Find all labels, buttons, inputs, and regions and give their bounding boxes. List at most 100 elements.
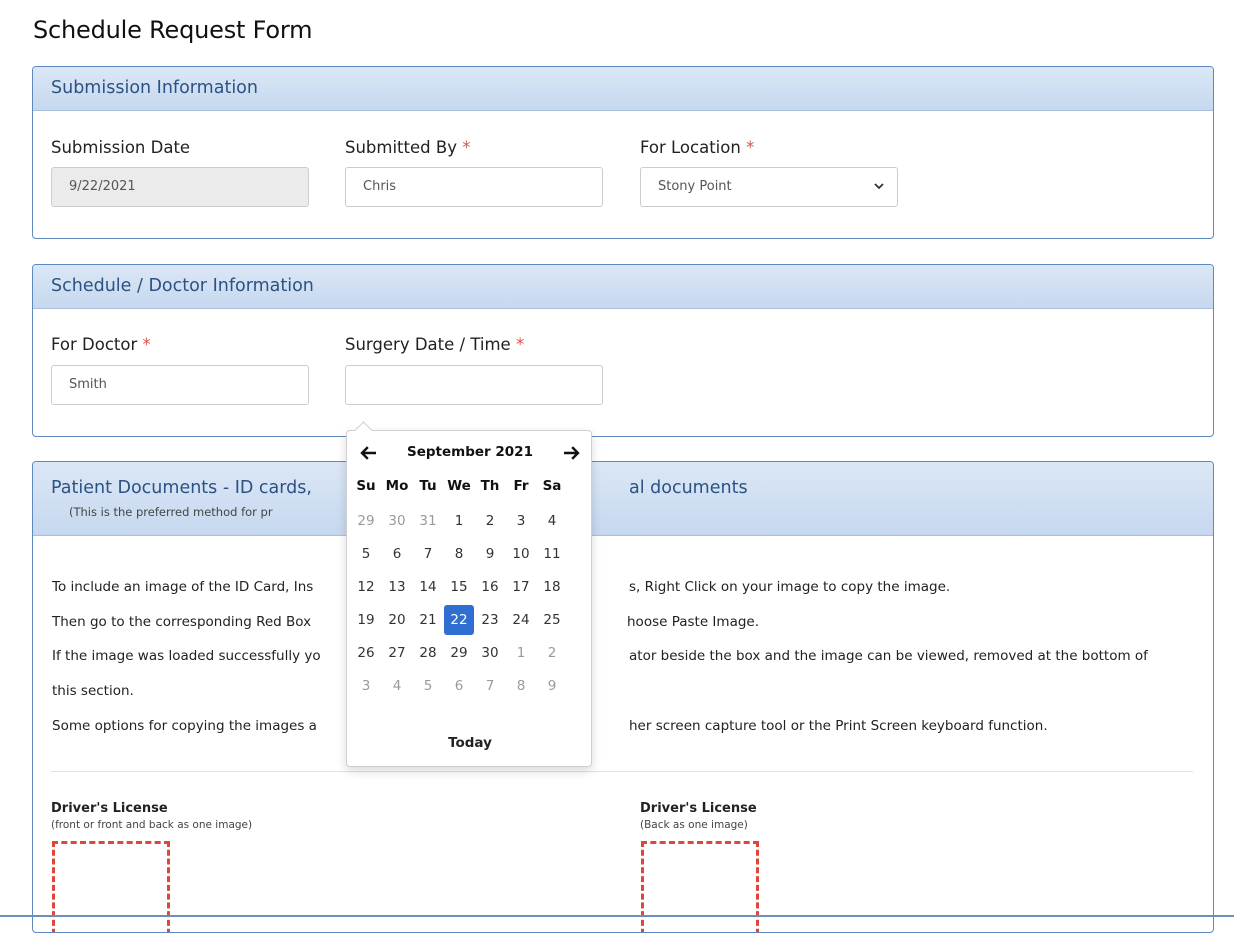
calendar-day[interactable]: 8 xyxy=(506,671,536,701)
calendar-day[interactable]: 14 xyxy=(413,572,443,602)
calendar-day[interactable]: 28 xyxy=(413,638,443,668)
required-mark: * xyxy=(142,335,151,354)
calendar-day[interactable]: 23 xyxy=(475,605,505,635)
weekday-label: Fr xyxy=(513,478,529,494)
arrow-left-icon[interactable] xyxy=(360,446,376,460)
calendar-day[interactable]: 30 xyxy=(382,506,412,536)
drivers-license-front-drop-box[interactable] xyxy=(52,841,170,932)
calendar-day[interactable]: 15 xyxy=(444,572,474,602)
drivers-license-back-subtitle: (Back as one image) xyxy=(640,819,748,831)
for-doctor-input[interactable]: Smith xyxy=(51,365,309,405)
weekday-label: Th xyxy=(480,478,500,494)
for-location-value: Stony Point xyxy=(658,179,732,194)
calendar-day[interactable]: 19 xyxy=(351,605,381,635)
calendar-day[interactable]: 3 xyxy=(351,671,381,701)
submitted-by-label-text: Submitted By xyxy=(345,138,457,157)
bottom-border xyxy=(0,915,1234,917)
for-doctor-label-text: For Doctor xyxy=(51,335,138,354)
calendar-day[interactable]: 5 xyxy=(413,671,443,701)
calendar-day[interactable]: 1 xyxy=(506,638,536,668)
calendar-day[interactable]: 9 xyxy=(537,671,567,701)
weekday-label: Tu xyxy=(419,478,437,494)
for-location-label-text: For Location xyxy=(640,138,741,157)
submitted-by-input[interactable]: Chris xyxy=(345,167,603,207)
documents-heading-right: al documents xyxy=(629,478,748,498)
required-mark: * xyxy=(746,138,755,157)
calendar-day[interactable]: 22 xyxy=(444,605,474,635)
calendar-day[interactable]: 11 xyxy=(537,539,567,569)
submission-date-label: Submission Date xyxy=(51,138,190,157)
required-mark: * xyxy=(515,335,525,354)
calendar-day[interactable]: 2 xyxy=(537,638,567,668)
instruction-line: hoose Paste Image. xyxy=(627,614,760,630)
documents-heading-left: Patient Documents - ID cards, xyxy=(51,478,312,498)
documents-heading-subtitle: (This is the preferred method for pr xyxy=(69,505,273,519)
calendar-day[interactable]: 10 xyxy=(506,539,536,569)
submission-information-panel: Submission Information Submission Date 9… xyxy=(32,66,1214,239)
weekday-label: Mo xyxy=(385,478,409,494)
panel-heading: Schedule / Doctor Information xyxy=(33,265,1213,309)
panel-heading: Patient Documents - ID cards, al documen… xyxy=(33,462,1213,536)
weekday-label: Sa xyxy=(542,478,562,494)
calendar-day[interactable]: 27 xyxy=(382,638,412,668)
calendar-day[interactable]: 17 xyxy=(506,572,536,602)
instruction-line: s, Right Click on your image to copy the… xyxy=(629,579,951,595)
calendar-day[interactable]: 20 xyxy=(382,605,412,635)
calendar-day[interactable]: 6 xyxy=(444,671,474,701)
instruction-line: To include an image of the ID Card, Ins xyxy=(52,579,314,595)
drivers-license-back-title: Driver's License xyxy=(640,801,757,816)
calendar-day[interactable]: 4 xyxy=(537,506,567,536)
submission-date-label-text: Submission Date xyxy=(51,138,191,157)
drivers-license-front-title: Driver's License xyxy=(51,801,168,816)
for-location-select[interactable]: Stony Point xyxy=(640,167,898,207)
surgery-date-label: Surgery Date / Time * xyxy=(345,335,524,354)
calendar-day[interactable]: 1 xyxy=(444,506,474,536)
calendar-day[interactable]: 30 xyxy=(475,638,505,668)
instruction-line: this section. xyxy=(52,683,134,699)
arrow-right-icon[interactable] xyxy=(564,446,580,460)
calendar-day[interactable]: 7 xyxy=(475,671,505,701)
patient-documents-panel: Patient Documents - ID cards, al documen… xyxy=(32,461,1214,933)
submission-date-input[interactable]: 9/22/2021 xyxy=(51,167,309,207)
divider xyxy=(51,771,1193,772)
for-location-label: For Location * xyxy=(640,138,754,157)
calendar-day[interactable]: 29 xyxy=(444,638,474,668)
calendar-day[interactable]: 5 xyxy=(351,539,381,569)
surgery-date-input[interactable] xyxy=(345,365,603,405)
calendar-day[interactable]: 24 xyxy=(506,605,536,635)
chevron-down-icon xyxy=(874,183,884,190)
calendar-day[interactable]: 31 xyxy=(413,506,443,536)
instruction-line: Some options for copying the images a xyxy=(52,718,317,734)
calendar-day[interactable]: 29 xyxy=(351,506,381,536)
calendar-day[interactable]: 8 xyxy=(444,539,474,569)
weekday-label: Su xyxy=(356,478,376,494)
weekday-label: We xyxy=(447,478,471,494)
drivers-license-front-subtitle: (front or front and back as one image) xyxy=(51,819,253,831)
surgery-date-label-text: Surgery Date / Time xyxy=(345,335,511,354)
calendar-day[interactable]: 7 xyxy=(413,539,443,569)
calendar-day[interactable]: 2 xyxy=(475,506,505,536)
calendar-day[interactable]: 18 xyxy=(537,572,567,602)
instruction-line: her screen capture tool or the Print Scr… xyxy=(629,718,1048,734)
calendar-day[interactable]: 25 xyxy=(537,605,567,635)
calendar-day[interactable]: 16 xyxy=(475,572,505,602)
calendar-day[interactable]: 26 xyxy=(351,638,381,668)
submitted-by-label: Submitted By * xyxy=(345,138,470,157)
calendar-day[interactable]: 21 xyxy=(413,605,443,635)
date-picker-month-title[interactable]: September 2021 xyxy=(405,444,535,460)
calendar-day[interactable]: 13 xyxy=(382,572,412,602)
panel-heading: Submission Information xyxy=(33,67,1213,111)
instruction-line: ator beside the box and the image can be… xyxy=(629,648,1148,664)
page-title: Schedule Request Form xyxy=(33,16,313,44)
today-button[interactable]: Today xyxy=(347,735,593,751)
calendar-day[interactable]: 3 xyxy=(506,506,536,536)
instruction-line: Then go to the corresponding Red Box xyxy=(52,614,312,630)
calendar-day[interactable]: 4 xyxy=(382,671,412,701)
schedule-doctor-panel: Schedule / Doctor Information For Doctor… xyxy=(32,264,1214,437)
required-mark: * xyxy=(462,138,471,157)
date-picker-popup: September 2021 Su Mo Tu We Th Fr Sa 29 30 31 1 2 3 4… xyxy=(346,421,593,767)
calendar-day[interactable]: 9 xyxy=(475,539,505,569)
calendar-day[interactable]: 12 xyxy=(351,572,381,602)
calendar-day[interactable]: 6 xyxy=(382,539,412,569)
drivers-license-back-drop-box[interactable] xyxy=(641,841,759,932)
